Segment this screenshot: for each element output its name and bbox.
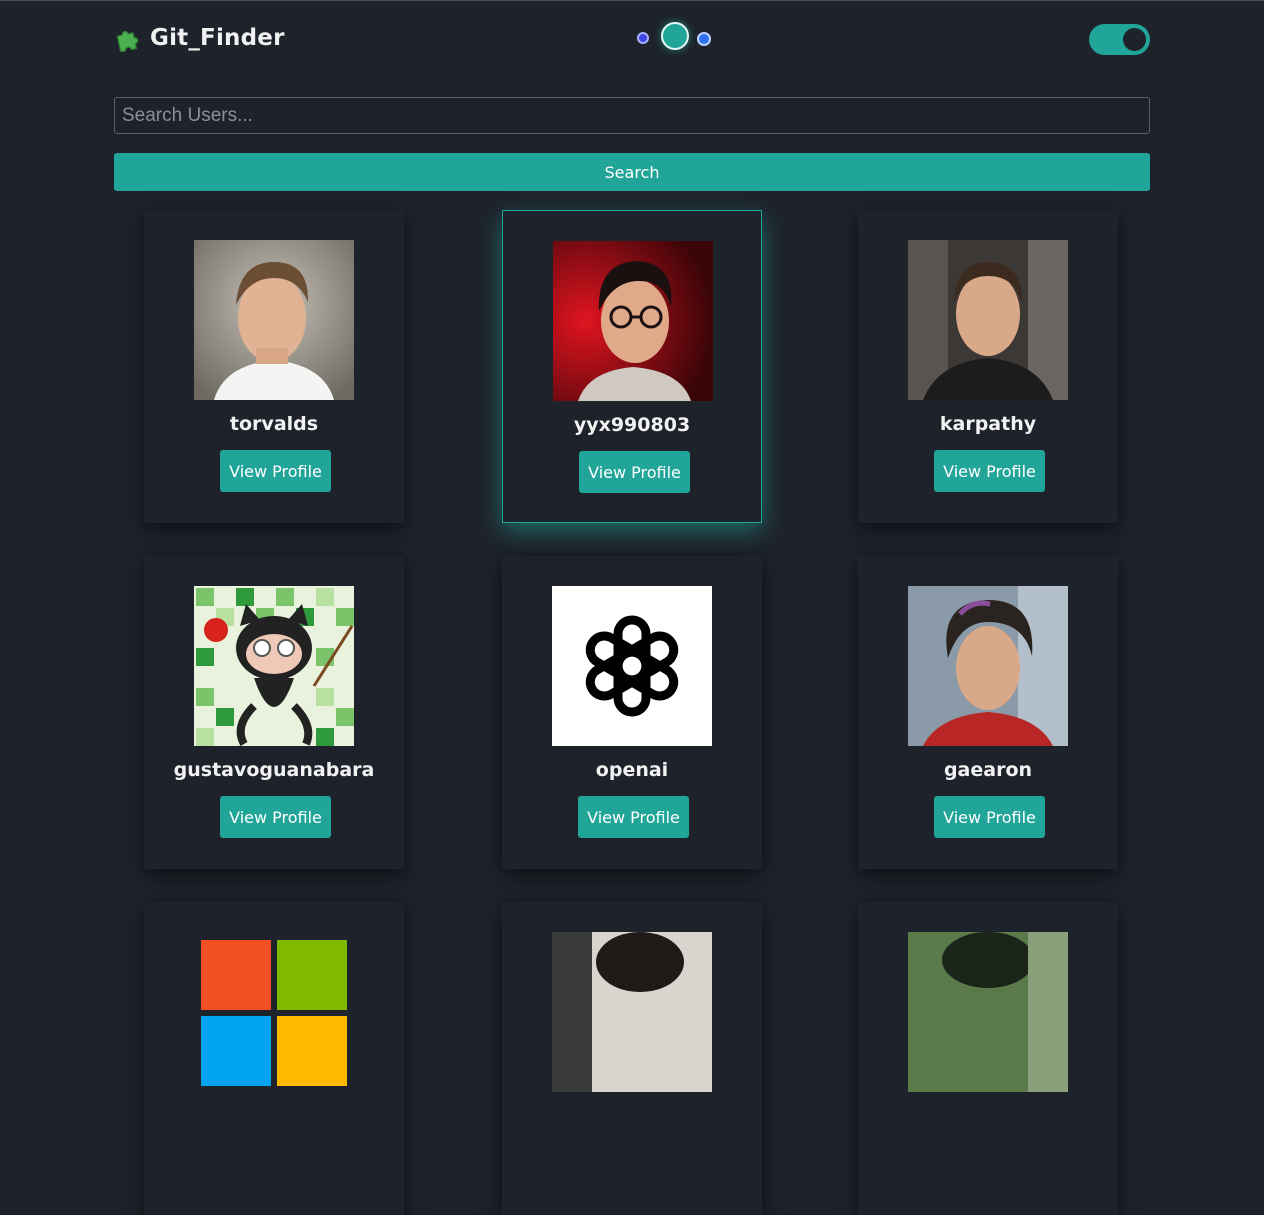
view-profile-button[interactable]: View Profile — [578, 796, 689, 838]
user-card: karpathy View Profile — [858, 210, 1118, 523]
dark-mode-toggle[interactable] — [1089, 24, 1150, 55]
microsoft-logo-icon — [194, 932, 354, 1092]
avatar — [908, 240, 1068, 400]
puzzle-piece-icon — [114, 24, 142, 53]
avatar — [552, 932, 712, 1092]
theme-dot-blue[interactable] — [697, 32, 711, 46]
view-profile-button[interactable]: View Profile — [220, 450, 331, 492]
window-top-border — [0, 0, 1264, 1]
avatar — [552, 586, 712, 746]
avatar — [908, 586, 1068, 746]
view-profile-button[interactable]: View Profile — [579, 451, 690, 493]
view-profile-button[interactable]: View Profile — [934, 450, 1045, 492]
avatar — [908, 932, 1068, 1092]
avatar — [194, 932, 354, 1092]
user-login: gustavoguanabara — [173, 759, 375, 781]
avatar — [194, 586, 354, 746]
user-card — [858, 902, 1118, 1215]
app-title: Git_Finder — [150, 25, 285, 51]
color-theme-selector — [637, 22, 717, 52]
navbar: Git_Finder — [114, 20, 1150, 60]
brand[interactable]: Git_Finder — [114, 24, 285, 53]
user-card — [144, 902, 404, 1215]
avatar — [194, 240, 354, 400]
user-card: openai View Profile — [502, 556, 762, 869]
search-input[interactable] — [114, 97, 1150, 134]
user-card: torvalds View Profile — [144, 210, 404, 523]
view-profile-button[interactable]: View Profile — [934, 796, 1045, 838]
view-profile-button[interactable]: View Profile — [220, 796, 331, 838]
user-login: torvalds — [229, 413, 319, 435]
user-login: gaearon — [943, 759, 1033, 781]
theme-dot-indigo[interactable] — [637, 32, 649, 44]
user-card-hovered: yyx990803 View Profile — [502, 210, 762, 523]
user-login: karpathy — [939, 413, 1037, 435]
toggle-knob — [1123, 28, 1146, 51]
user-card — [502, 902, 762, 1215]
user-login: yyx990803 — [573, 414, 691, 436]
avatar — [553, 241, 713, 401]
user-card: gustavoguanabara View Profile — [144, 556, 404, 869]
openai-logo-icon — [552, 586, 712, 746]
user-card: gaearon View Profile — [858, 556, 1118, 869]
theme-dot-teal[interactable] — [661, 22, 689, 50]
user-login: openai — [595, 759, 669, 781]
search-button[interactable]: Search — [114, 153, 1150, 191]
